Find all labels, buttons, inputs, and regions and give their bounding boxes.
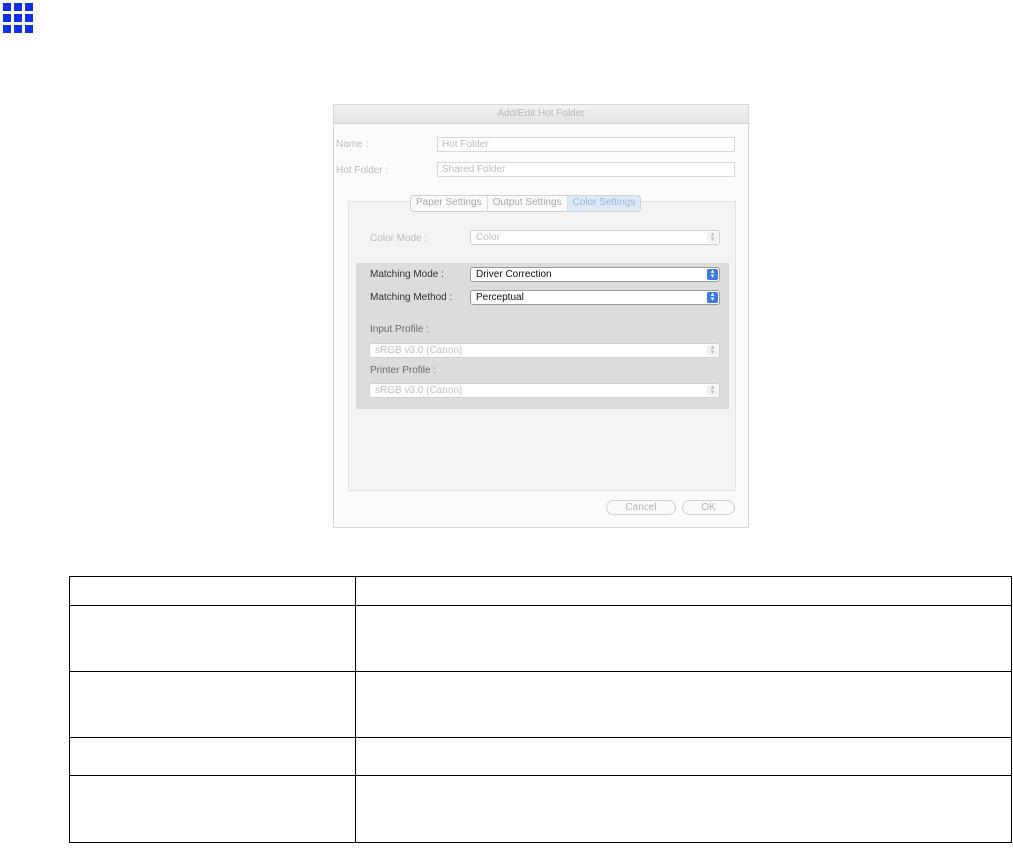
matching-method-value: Perceptual xyxy=(476,292,524,303)
input-profile-select[interactable]: sRGB v3.0 (Canon) ▴ ▾ xyxy=(369,343,720,358)
matching-method-label: Matching Method : xyxy=(370,292,453,303)
chevron-updown-icon: ▴ ▾ xyxy=(707,231,718,243)
table-row xyxy=(69,737,1012,776)
add-edit-hot-folder-dialog: Add/Edit Hot Folder Name : Hot Folder Ho… xyxy=(333,104,749,528)
chevron-updown-icon: ▴ ▾ xyxy=(707,384,718,396)
chevron-updown-icon: ▴ ▾ xyxy=(707,268,718,280)
table-row xyxy=(69,775,1012,843)
hot-folder-field[interactable]: Shared Folder xyxy=(437,162,735,177)
table-cell xyxy=(355,576,1012,606)
chevron-updown-icon: ▴ ▾ xyxy=(707,291,718,303)
grid-icon xyxy=(0,0,33,33)
matching-mode-select[interactable]: Driver Correction ▴ ▾ xyxy=(470,267,720,282)
table-cell xyxy=(355,671,1012,738)
table-row xyxy=(69,576,1012,606)
tab-color-settings[interactable]: Color Settings xyxy=(567,196,641,211)
tab-paper-settings[interactable]: Paper Settings xyxy=(411,196,488,211)
hot-folder-label: Hot Folder : xyxy=(336,165,389,176)
tab-output-settings[interactable]: Output Settings xyxy=(488,196,568,211)
matching-mode-value: Driver Correction xyxy=(476,269,552,280)
input-profile-label: Input Profile : xyxy=(370,324,429,335)
table-row xyxy=(69,671,1012,738)
table-cell xyxy=(69,775,356,843)
settings-tabs: Paper Settings Output Settings Color Set… xyxy=(410,195,642,212)
table-cell xyxy=(355,737,1012,776)
table-cell xyxy=(69,671,356,738)
table-cell xyxy=(69,576,356,606)
cancel-button[interactable]: Cancel xyxy=(606,500,676,515)
printer-profile-select[interactable]: sRGB v3.0 (Canon) ▴ ▾ xyxy=(369,383,720,398)
color-mode-label: Color Mode : xyxy=(370,233,428,244)
table-row xyxy=(69,605,1012,672)
input-profile-value: sRGB v3.0 (Canon) xyxy=(375,345,463,356)
table-cell xyxy=(355,775,1012,843)
info-table xyxy=(69,576,1012,843)
name-label: Name : xyxy=(336,139,369,150)
printer-profile-label: Printer Profile : xyxy=(370,365,437,376)
color-mode-select[interactable]: Color ▴ ▾ xyxy=(470,230,720,245)
chevron-updown-icon: ▴ ▾ xyxy=(707,344,718,356)
table-cell xyxy=(69,605,356,672)
table-cell xyxy=(355,605,1012,672)
ok-button[interactable]: OK xyxy=(682,500,735,515)
dialog-title: Add/Edit Hot Folder xyxy=(334,105,748,124)
table-cell xyxy=(69,737,356,776)
matching-mode-label: Matching Mode : xyxy=(370,269,444,280)
matching-method-select[interactable]: Perceptual ▴ ▾ xyxy=(470,290,720,305)
printer-profile-value: sRGB v3.0 (Canon) xyxy=(375,385,463,396)
color-mode-value: Color xyxy=(476,232,500,243)
name-field[interactable]: Hot Folder xyxy=(437,137,735,152)
